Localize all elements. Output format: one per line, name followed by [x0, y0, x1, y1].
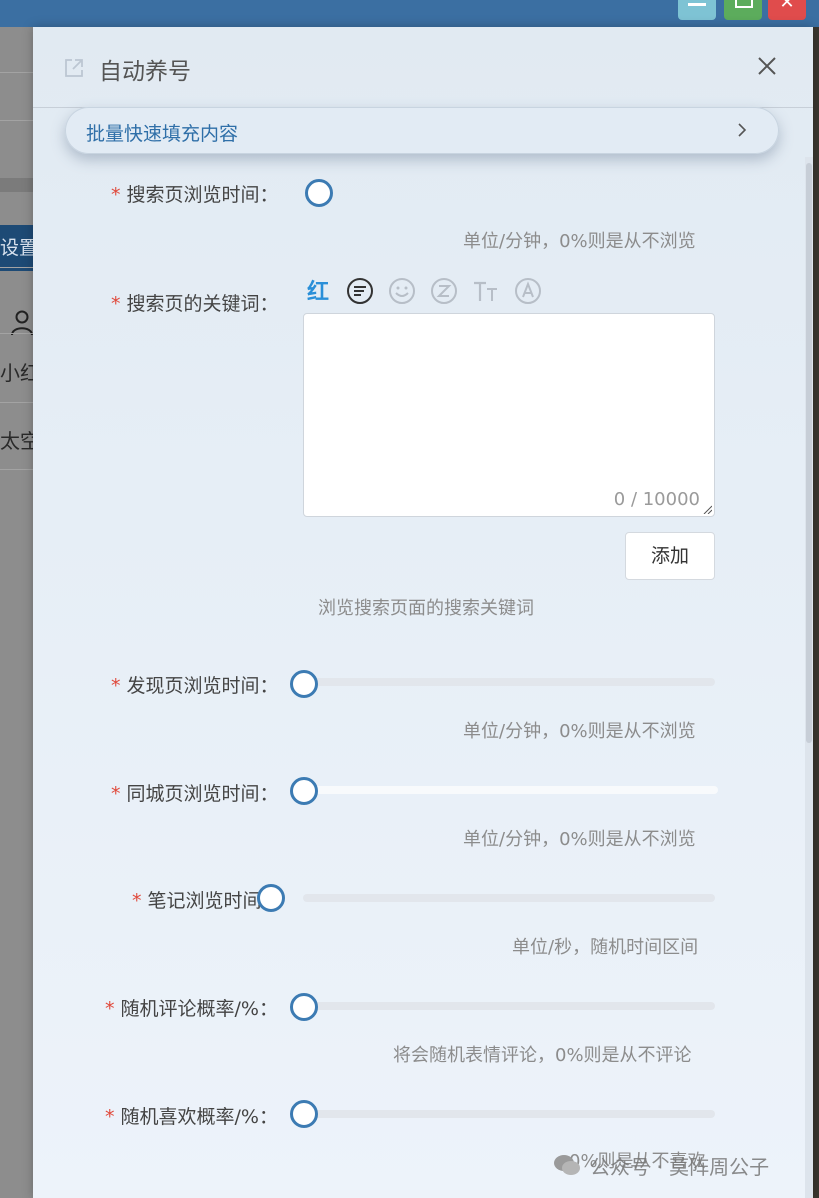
search-browse-time-hint: 单位/分钟，0%则是从不浏览 — [463, 231, 696, 252]
brand-glyph: 红 — [307, 279, 329, 305]
minimize-button[interactable] — [678, 0, 716, 20]
city-browse-time-hint: 单位/分钟，0%则是从不浏览 — [463, 829, 696, 850]
city-browse-time-label: * 同城页浏览时间： — [111, 779, 279, 806]
search-keywords-textarea[interactable]: 0 / 10000 — [303, 313, 715, 517]
close-window-button[interactable]: ✕ — [768, 0, 806, 20]
random-comment-rate-text: 随机评论概率/%： — [120, 998, 278, 1020]
random-like-rate-label: * 随机喜欢概率/%： — [105, 1102, 278, 1129]
discover-browse-time-hint: 单位/分钟，0%则是从不浏览 — [463, 721, 696, 742]
random-like-rate-handle[interactable] — [290, 1100, 318, 1128]
minimize-icon — [688, 3, 706, 6]
search-browse-time-label: * 搜索页浏览时间： — [111, 180, 279, 207]
search-browse-time-text: 搜索页浏览时间： — [126, 184, 279, 206]
watermark-text: 公众号 · 莫阵周公子 — [590, 1155, 770, 1179]
required-mark: * — [111, 675, 121, 697]
required-mark: * — [111, 783, 121, 805]
smile-icon[interactable] — [388, 277, 416, 305]
wechat-icon — [554, 1155, 580, 1175]
resize-handle-icon[interactable] — [702, 504, 712, 514]
chevron-right-icon — [738, 123, 747, 137]
required-mark: * — [111, 184, 121, 206]
note-browse-time-hint: 单位/秒，随机时间区间 — [512, 937, 699, 958]
maximize-icon — [735, 0, 753, 8]
close-icon: ✕ — [779, 0, 795, 13]
at-icon[interactable] — [514, 277, 542, 305]
auto-nurture-dialog: 自动养号 批量快速填充内容 * 搜索页浏览时间： 单位/分钟，0%则是从不浏览 *… — [33, 27, 813, 1198]
batch-fill-label: 批量快速填充内容 — [86, 123, 239, 145]
required-mark: * — [132, 890, 142, 912]
z-icon[interactable] — [430, 277, 458, 305]
external-link-icon — [65, 59, 83, 77]
city-browse-time-text: 同城页浏览时间： — [126, 783, 279, 805]
discover-browse-time-slider[interactable] — [303, 678, 715, 686]
scrollbar-thumb[interactable] — [806, 163, 812, 743]
search-keywords-label: * 搜索页的关键词： — [111, 289, 279, 316]
random-comment-rate-slider[interactable] — [303, 1002, 715, 1010]
required-mark: * — [105, 998, 115, 1020]
required-mark: * — [111, 293, 121, 315]
random-comment-rate-hint: 将会随机表情评论，0%则是从不评论 — [393, 1045, 692, 1066]
city-browse-time-handle[interactable] — [290, 777, 318, 805]
search-keywords-text: 搜索页的关键词： — [126, 293, 279, 315]
add-keyword-button[interactable]: 添加 — [625, 532, 715, 580]
dialog-header: 自动养号 — [33, 27, 813, 108]
search-keywords-hint: 浏览搜索页面的搜索关键词 — [318, 598, 534, 619]
list-icon[interactable] — [346, 277, 374, 305]
char-counter: 0 / 10000 — [613, 489, 700, 510]
maximize-button[interactable] — [724, 0, 762, 20]
random-comment-rate-handle[interactable] — [290, 993, 318, 1021]
close-icon[interactable] — [755, 54, 779, 78]
batch-fill-collapse[interactable]: 批量快速填充内容 — [65, 107, 779, 154]
random-like-rate-text: 随机喜欢概率/%： — [120, 1106, 278, 1128]
note-browse-time-slider[interactable] — [303, 894, 715, 902]
dialog-title: 自动养号 — [99, 59, 191, 85]
text-size-icon[interactable] — [472, 277, 500, 305]
xiaohongshu-red-icon[interactable]: 红 — [305, 277, 333, 305]
discover-browse-time-label: * 发现页浏览时间： — [111, 671, 279, 698]
discover-browse-time-text: 发现页浏览时间： — [126, 675, 279, 697]
discover-browse-time-handle[interactable] — [290, 670, 318, 698]
note-browse-time-handle[interactable] — [257, 884, 285, 912]
window-titlebar: ✕ — [0, 0, 819, 27]
random-like-rate-slider[interactable] — [303, 1110, 715, 1118]
city-browse-time-slider[interactable] — [303, 786, 718, 794]
required-mark: * — [105, 1106, 115, 1128]
random-comment-rate-label: * 随机评论概率/%： — [105, 994, 278, 1021]
search-browse-time-handle[interactable] — [305, 179, 333, 207]
